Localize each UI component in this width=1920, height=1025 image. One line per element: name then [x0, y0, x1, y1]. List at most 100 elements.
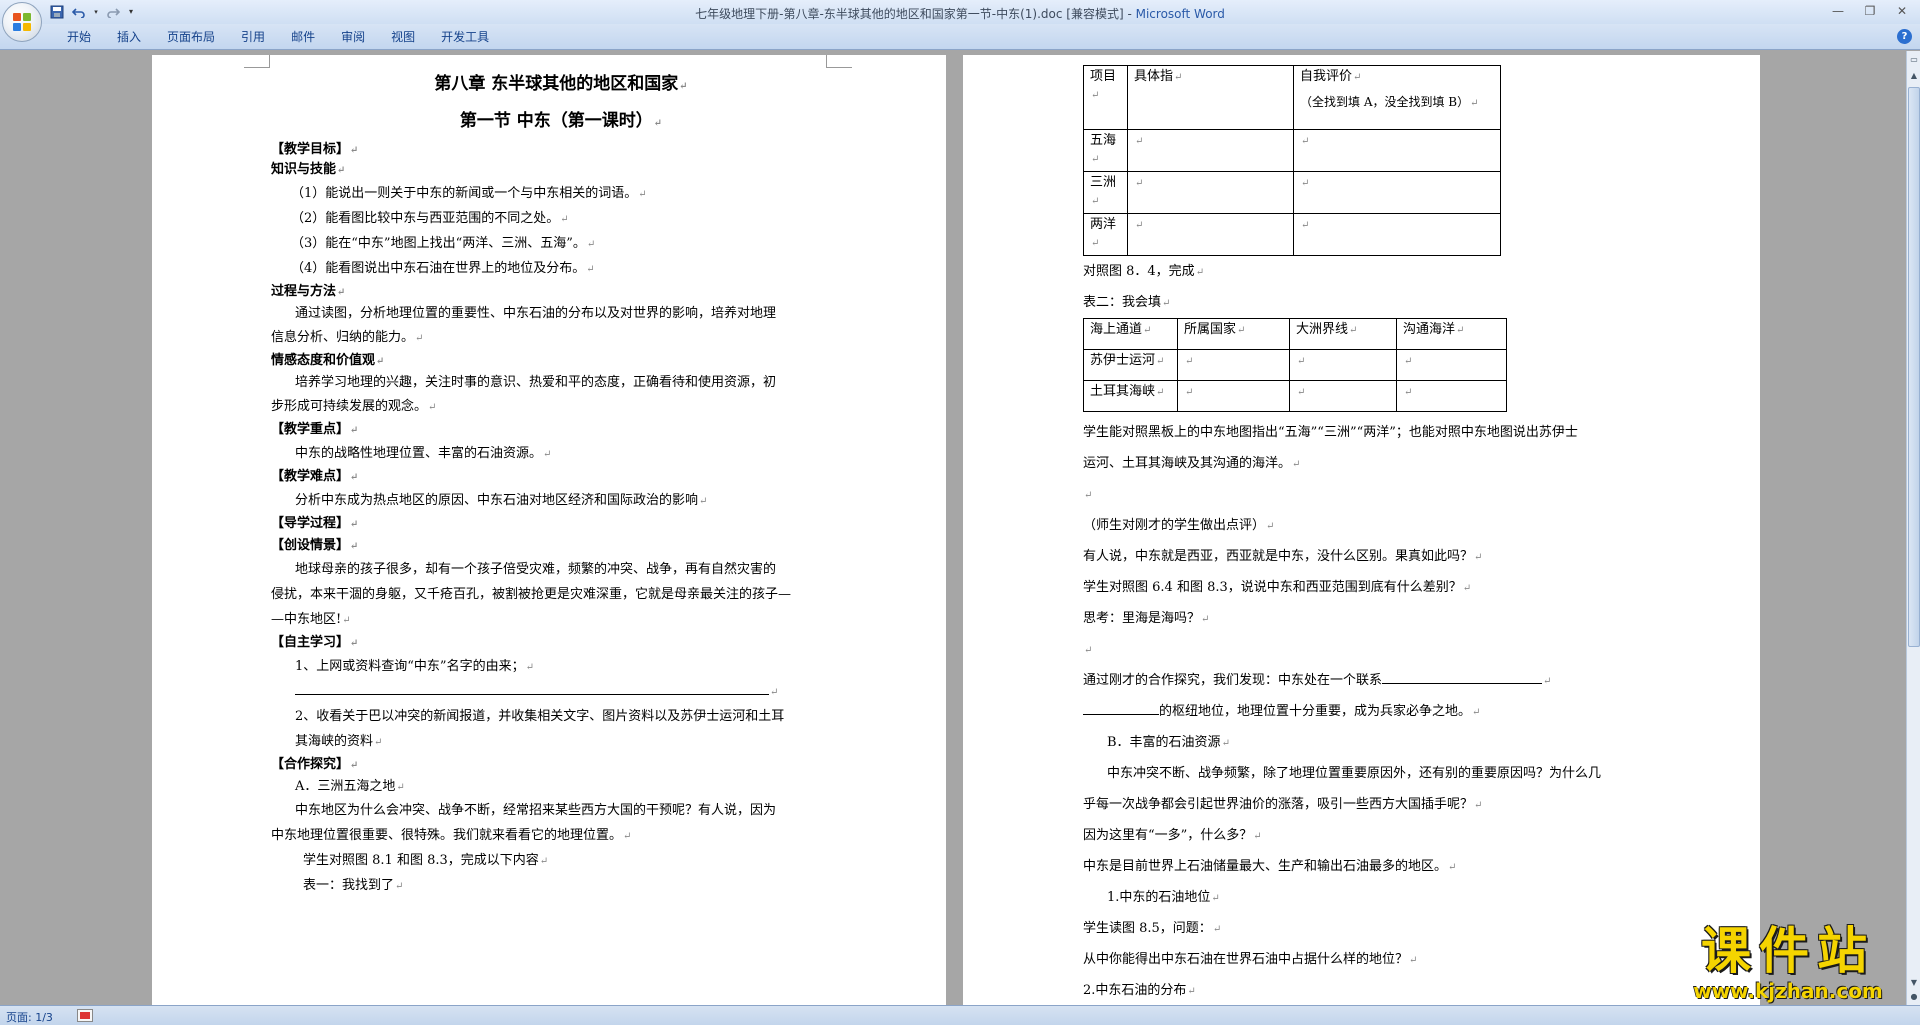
table-row: 海上通道↵ 所属国家↵ 大洲界线↵ 沟通海洋↵	[1083, 318, 1507, 350]
margin-corner-mark	[826, 55, 852, 68]
tab-view[interactable]: 视图	[378, 29, 428, 45]
table-cell[interactable]: 沟通海洋↵	[1396, 318, 1507, 350]
table-cell[interactable]: ↵	[1127, 213, 1294, 256]
tab-home[interactable]: 开始	[54, 29, 104, 45]
title-bar: ▾ ▾ 七年级地理下册-第八章-东半球其他的地区和国家第一节-中东(1).doc…	[0, 0, 1920, 24]
table-cell[interactable]: ↵	[1177, 380, 1290, 412]
table-cell[interactable]: 土耳其海峡↵	[1083, 380, 1178, 412]
paragraph: 知识与技能↵	[271, 162, 346, 177]
table-row: 两洋↵ ↵ ↵	[1083, 213, 1501, 256]
window-controls: — ❐ ✕	[1828, 2, 1912, 20]
table-1[interactable]: 项目↵ 具体指↵ 自我评价↵ （全找到填 A，没全找到填 B）↵ 五海↵ ↵ ↵ …	[1083, 65, 1501, 256]
paragraph: 2.中东石油的分布↵	[1083, 983, 1196, 998]
table-cell[interactable]: ↵	[1127, 171, 1294, 214]
paragraph: 学生能对照黑板上的中东地图指出“五海”“三洲”“两洋”；也能对照中东地图说出苏伊…	[1083, 425, 1578, 440]
minimize-icon[interactable]: —	[1828, 2, 1848, 20]
table-cell[interactable]: ↵	[1127, 129, 1294, 172]
office-logo-icon	[13, 13, 32, 32]
answer-blank-line[interactable]: ↵	[271, 679, 831, 704]
status-bar: 页面: 1/3	[0, 1005, 1920, 1025]
margin-corner-mark	[244, 55, 270, 68]
paragraph: 对照图 8．4，完成↵	[1083, 264, 1205, 279]
table-cell[interactable]: ↵	[1289, 380, 1397, 412]
paragraph: 通过刚才的合作探究，我们发现：中东处在一个联系 ↵	[1083, 665, 1683, 696]
table-cell[interactable]: 所属国家↵	[1177, 318, 1290, 350]
paragraph: 表二：我会填↵	[1083, 295, 1171, 310]
table-cell[interactable]: 具体指↵	[1127, 65, 1294, 130]
table-cell[interactable]: ↵	[1396, 349, 1507, 381]
table-2[interactable]: 海上通道↵ 所属国家↵ 大洲界线↵ 沟通海洋↵ 苏伊士运河↵ ↵ ↵ ↵ 土耳其…	[1083, 318, 1507, 412]
section-heading: 第一节 中东（第一课时）↵	[459, 111, 663, 131]
table-row: 三洲↵ ↵ ↵	[1083, 171, 1501, 214]
table-cell[interactable]: ↵	[1293, 171, 1501, 214]
paragraph: 学生读图 8.5，问题：↵	[1083, 921, 1222, 936]
paragraph: A．三洲五海之地↵	[295, 779, 405, 794]
scroll-up-icon[interactable]: ▲	[1908, 69, 1920, 82]
page-2[interactable]: 项目↵ 具体指↵ 自我评价↵ （全找到填 A，没全找到填 B）↵ 五海↵ ↵ ↵ …	[963, 55, 1760, 1005]
paragraph: 表一：我找到了↵	[303, 878, 404, 893]
paragraph: 中东的战略性地理位置、丰富的石油资源。↵	[295, 446, 552, 461]
table-cell[interactable]: ↵	[1177, 349, 1290, 381]
table-cell[interactable]: 项目↵	[1083, 65, 1128, 130]
scroll-thumb[interactable]	[1908, 87, 1920, 647]
table-row: 土耳其海峡↵ ↵ ↵ ↵	[1083, 380, 1507, 412]
paragraph: 1、上网或资料查询“中东”名字的由来；↵	[295, 659, 534, 674]
table-row: 五海↵ ↵ ↵	[1083, 129, 1501, 172]
paragraph: —中东地区!↵	[271, 612, 351, 627]
tab-references[interactable]: 引用	[228, 29, 278, 45]
paragraph: 中东冲突不断、战争频繁，除了地理位置重要原因外，还有别的重要原因吗？为什么几	[1107, 766, 1602, 781]
paragraph: 乎每一次战争都会引起世界油价的涨落，吸引一些西方大国插手呢？↵	[1083, 797, 1483, 812]
table-cell[interactable]: 五海↵	[1083, 129, 1128, 172]
paragraph: 过程与方法↵	[271, 284, 346, 299]
table-cell[interactable]: ↵	[1293, 129, 1501, 172]
paragraph: 中东地区为什么会冲突、战争不断，经常招来某些西方大国的干预呢？有人说，因为	[295, 803, 777, 818]
chapter-heading: 第八章 东半球其他的地区和国家↵	[434, 74, 688, 94]
paragraph: 有人说，中东就是西亚，西亚就是中东，没什么区别。果真如此吗？↵	[1083, 549, 1483, 564]
table-cell[interactable]: 两洋↵	[1083, 213, 1128, 256]
tab-insert[interactable]: 插入	[104, 29, 154, 45]
section-text: 第一节 中东（第一课时）	[459, 111, 653, 131]
proofing-status-icon[interactable]	[77, 1009, 93, 1022]
paragraph: 【教学目标】↵	[271, 142, 359, 157]
table-cell[interactable]: 自我评价↵ （全找到填 A，没全找到填 B）↵	[1293, 65, 1501, 130]
paragraph: 中东是目前世界上石油储量最大、生产和输出石油最多的地区。↵	[1083, 859, 1457, 874]
empty-paragraph: ↵	[1084, 645, 1093, 656]
ruler-toggle-icon[interactable]: ▭	[1908, 53, 1920, 66]
page-1[interactable]: 第八章 东半球其他的地区和国家↵ 第一节 中东（第一课时）↵ 【教学目标】↵ 知…	[152, 55, 946, 1005]
paragraph: 信息分析、归纳的能力。↵	[271, 330, 424, 345]
table-cell[interactable]: 海上通道↵	[1083, 318, 1178, 350]
vertical-scrollbar[interactable]: ▭ ▲ ▼ ●	[1906, 51, 1920, 1005]
tab-developer[interactable]: 开发工具	[428, 29, 502, 45]
ribbon-tab-bar: 开始 插入 页面布局 引用 邮件 审阅 视图 开发工具 ?	[0, 24, 1920, 50]
table-cell[interactable]: ↵	[1396, 380, 1507, 412]
scroll-down-icon[interactable]: ▼	[1908, 976, 1920, 989]
window-title: 七年级地理下册-第八章-东半球其他的地区和国家第一节-中东(1).doc [兼容…	[0, 5, 1920, 22]
close-icon[interactable]: ✕	[1892, 2, 1912, 20]
paragraph: 1.中东的石油地位↵	[1107, 890, 1220, 905]
table-cell[interactable]: 三洲↵	[1083, 171, 1128, 214]
answer-blank-line[interactable]	[1083, 701, 1159, 715]
tab-page-layout[interactable]: 页面布局	[154, 29, 228, 45]
paragraph: 【教学难点】↵	[271, 469, 359, 484]
tab-review[interactable]: 审阅	[328, 29, 378, 45]
watermark-url: www.kjzhan.com	[1693, 979, 1883, 1003]
restore-icon[interactable]: ❐	[1860, 2, 1880, 20]
paragraph: 【合作探究】↵	[271, 757, 359, 772]
paragraph: 【创设情景】↵	[271, 538, 359, 553]
help-icon[interactable]: ?	[1897, 29, 1912, 44]
app-name: Microsoft Word	[1135, 7, 1225, 21]
paragraph: 学生对照图 8.1 和图 8.3，完成以下内容↵	[303, 853, 549, 868]
answer-blank-line[interactable]	[1382, 670, 1543, 684]
empty-paragraph: ↵	[1084, 490, 1093, 501]
paragraph: 【导学过程】↵	[271, 516, 359, 531]
page-indicator[interactable]: 页面: 1/3	[6, 1009, 53, 1025]
table-cell[interactable]: 大洲界线↵	[1289, 318, 1397, 350]
tab-mailings[interactable]: 邮件	[278, 29, 328, 45]
browse-object-icon[interactable]: ●	[1908, 990, 1920, 1003]
page-1-content: 第八章 东半球其他的地区和国家↵ 第一节 中东（第一课时）↵ 【教学目标】↵ 知…	[271, 69, 831, 898]
office-button[interactable]	[2, 2, 42, 42]
table-cell[interactable]: ↵	[1289, 349, 1397, 381]
paragraph: 【教学重点】↵	[271, 422, 359, 437]
table-cell[interactable]: ↵	[1293, 213, 1501, 256]
table-cell[interactable]: 苏伊士运河↵	[1083, 349, 1178, 381]
